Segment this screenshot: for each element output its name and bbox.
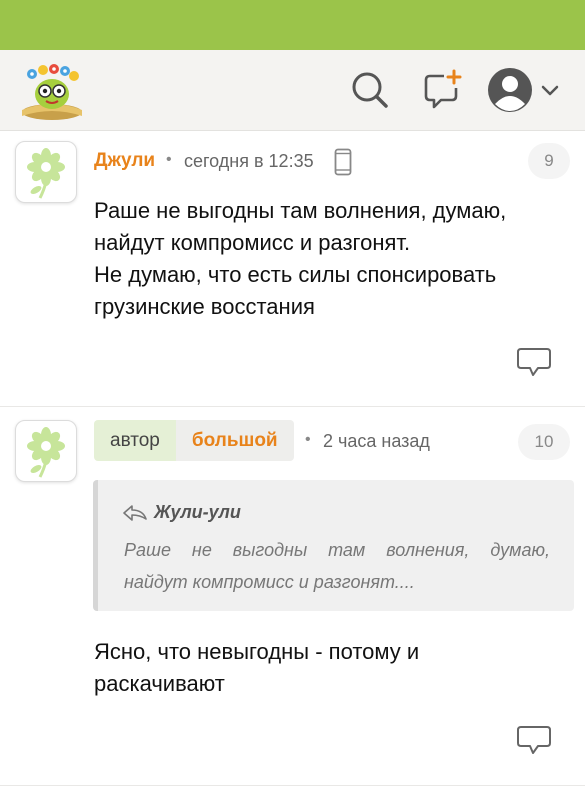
flower-icon [27, 148, 65, 199]
comment-text-line: грузинские восстания [94, 294, 315, 319]
user-avatar-icon[interactable] [486, 66, 534, 114]
author-badge: автор [94, 420, 176, 461]
quote-text-line: Раше не выгодны там волнения, думаю, [124, 540, 550, 560]
add-post-icon[interactable] [420, 68, 464, 112]
comment-text-line: Ясно, что невыгодны - потому и [94, 639, 420, 664]
commenter-avatar[interactable] [15, 141, 77, 203]
comment-author[interactable]: Джули [94, 150, 155, 172]
flower-icon [27, 427, 65, 478]
comment: автор большой • 2 часа назад 10 Жули-ули… [0, 407, 585, 786]
reply-arrow-icon [123, 505, 147, 521]
comment-text-line: Раше не выгодны там волнения, думаю, [94, 198, 507, 223]
quote-text: Раше не выгодны там волнения, думаю, най… [124, 534, 550, 598]
comment-number[interactable]: 9 [528, 143, 570, 179]
author-badges: автор большой [94, 420, 294, 461]
reply-icon[interactable] [516, 725, 552, 755]
comment-time: сегодня в 12:35 [184, 151, 314, 171]
comment-text-line: Не думаю, что есть силы спонсировать [94, 262, 497, 287]
comment-text: Ясно, что невыгодны - потому и раскачива… [94, 636, 564, 700]
quote-text-line: найдут компромисс и разгонят.... [124, 572, 415, 592]
comment-number[interactable]: 10 [518, 424, 570, 460]
separator-dot: • [166, 151, 172, 168]
logo[interactable] [16, 60, 88, 122]
comment-text-line: раскачивают [94, 671, 225, 696]
reply-icon[interactable] [516, 347, 552, 377]
commenter-avatar[interactable] [15, 420, 77, 482]
quoted-comment[interactable]: Жули-ули Раше не выгодны там волнения, д… [93, 480, 574, 611]
comment-text-line: найдут компромисс и разгонят. [94, 230, 411, 255]
comment: Джули • сегодня в 12:35 9 Раше не выгодн… [0, 131, 585, 407]
profile-menu[interactable] [486, 66, 562, 114]
comment-text: Раше не выгодны там волнения, думаю, най… [94, 195, 564, 323]
comment-author[interactable]: большой [175, 420, 294, 461]
app-header [0, 50, 585, 131]
status-bar [0, 0, 585, 50]
quote-author: Жули-ули [154, 502, 241, 522]
search-icon[interactable] [348, 68, 392, 112]
separator-dot: • [305, 431, 311, 448]
chevron-down-icon[interactable] [540, 80, 560, 100]
comment-time: 2 часа назад [323, 431, 430, 451]
phone-icon [334, 148, 352, 176]
